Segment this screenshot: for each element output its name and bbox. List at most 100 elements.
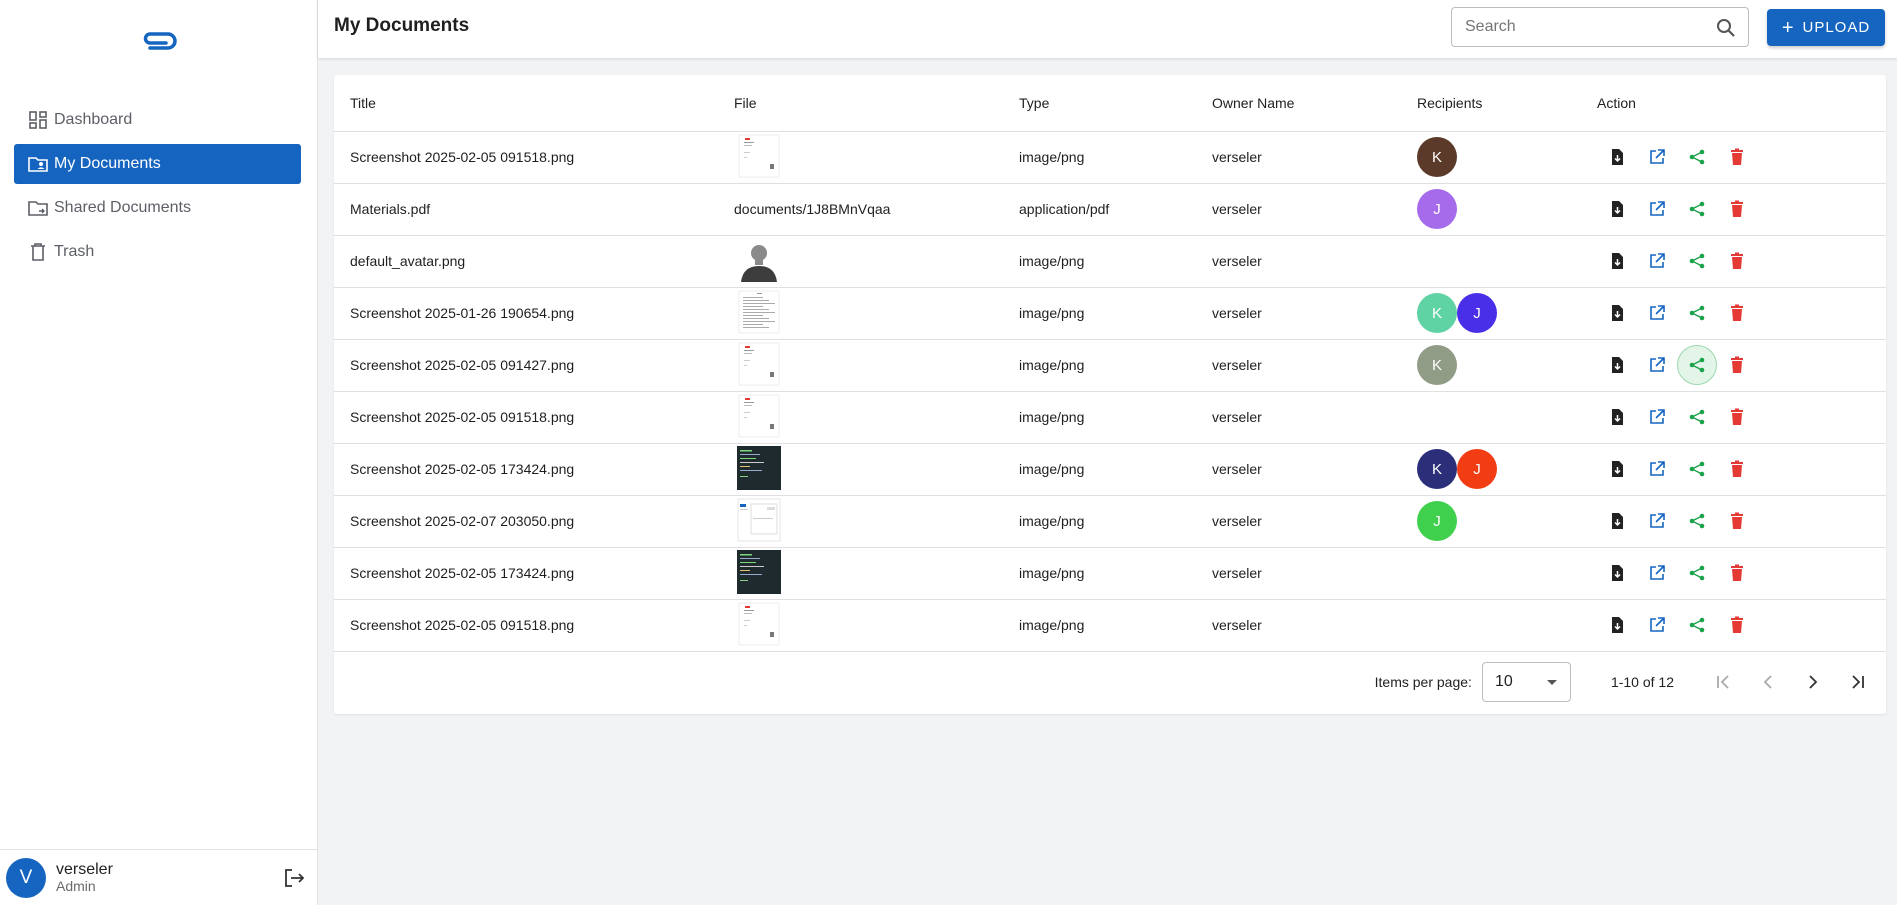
paperclip-logo-icon[interactable] (138, 28, 180, 54)
open-button[interactable] (1637, 293, 1677, 333)
open-button[interactable] (1637, 501, 1677, 541)
sidebar-item-trash[interactable]: Trash (14, 232, 301, 272)
table-row[interactable]: Screenshot 2025-02-05 091518.png image/pn… (334, 391, 1886, 444)
sidebar-item-label: Trash (54, 243, 95, 260)
avatar[interactable]: V (6, 857, 46, 898)
delete-button[interactable] (1717, 241, 1757, 281)
delete-button[interactable] (1717, 553, 1757, 593)
download-button[interactable] (1597, 501, 1637, 541)
delete-button[interactable] (1717, 345, 1757, 385)
share-button[interactable] (1677, 345, 1717, 385)
documents-card: Title File Type Owner Name Recipients Ac… (334, 75, 1886, 714)
file-download-icon (1612, 565, 1623, 581)
actions-cell (1597, 391, 1886, 444)
download-button[interactable] (1597, 397, 1637, 437)
delete-button[interactable] (1717, 293, 1757, 333)
delete-button[interactable] (1717, 605, 1757, 645)
document-type: image/png (1019, 495, 1212, 548)
search-icon[interactable] (1716, 18, 1736, 38)
actions-cell (1597, 235, 1886, 288)
delete-button[interactable] (1717, 137, 1757, 177)
open-button[interactable] (1637, 553, 1677, 593)
table-row[interactable]: Screenshot 2025-02-05 173424.png image/pn… (334, 443, 1886, 496)
open-button[interactable] (1637, 605, 1677, 645)
share-button[interactable] (1677, 605, 1717, 645)
download-button[interactable] (1597, 605, 1637, 645)
recipient-avatar[interactable]: J (1417, 501, 1457, 541)
download-button[interactable] (1597, 189, 1637, 229)
recipient-avatar[interactable]: K (1417, 137, 1457, 177)
first-page-button[interactable] (1703, 662, 1743, 702)
table-row[interactable]: Materials.pdf documents/1J8BMnVqaa applica… (334, 183, 1886, 236)
search-input[interactable] (1465, 18, 1705, 36)
last-page-button[interactable] (1838, 662, 1878, 702)
upload-button[interactable]: + UPLOAD (1767, 9, 1885, 46)
file-thumbnail[interactable] (737, 394, 781, 438)
download-button[interactable] (1597, 449, 1637, 489)
download-button[interactable] (1597, 137, 1637, 177)
open-button[interactable] (1637, 137, 1677, 177)
share-icon (1689, 409, 1705, 425)
sidebar-nav: Dashboard My Documents Shared Documents … (14, 100, 301, 276)
share-button[interactable] (1677, 293, 1717, 333)
chevron-down-icon (1546, 680, 1557, 685)
file-thumbnail[interactable] (737, 134, 781, 178)
recipient-avatar[interactable]: J (1457, 293, 1497, 333)
file-thumbnail[interactable] (737, 498, 781, 542)
open-in-new-icon (1650, 149, 1665, 164)
search-box[interactable] (1451, 7, 1749, 47)
table-row[interactable]: Screenshot 2025-01-26 190654.png image/pn… (334, 287, 1886, 340)
download-button[interactable] (1597, 241, 1637, 281)
share-button[interactable] (1677, 501, 1717, 541)
recipient-avatar[interactable]: J (1417, 189, 1457, 229)
file-thumbnail[interactable] (737, 445, 781, 490)
download-button[interactable] (1597, 345, 1637, 385)
open-button[interactable] (1637, 189, 1677, 229)
recipient-avatar[interactable]: K (1417, 449, 1457, 489)
file-thumbnail[interactable] (737, 602, 781, 646)
open-button[interactable] (1637, 241, 1677, 281)
previous-page-button[interactable] (1748, 662, 1788, 702)
open-button[interactable] (1637, 397, 1677, 437)
table-row[interactable]: Screenshot 2025-02-05 173424.png image/pn… (334, 547, 1886, 600)
next-page-button[interactable] (1793, 662, 1833, 702)
sidebar-item-dashboard[interactable]: Dashboard (14, 100, 301, 140)
open-in-new-icon (1650, 305, 1665, 320)
file-thumbnail[interactable] (737, 290, 781, 334)
delete-icon (1731, 512, 1743, 529)
delete-button[interactable] (1717, 449, 1757, 489)
share-button[interactable] (1677, 397, 1717, 437)
delete-button[interactable] (1717, 501, 1757, 541)
table-row[interactable]: default_avatar.png image/png verseler (334, 235, 1886, 288)
share-button[interactable] (1677, 449, 1717, 489)
file-thumbnail[interactable] (737, 549, 781, 594)
file-thumbnail[interactable] (737, 342, 781, 386)
open-in-new-icon (1650, 513, 1665, 528)
file-thumbnail[interactable] (737, 237, 781, 282)
items-per-page-select[interactable]: 10 (1481, 662, 1571, 702)
share-button[interactable] (1677, 137, 1717, 177)
open-button[interactable] (1637, 449, 1677, 489)
recipient-avatar[interactable]: K (1417, 293, 1457, 333)
sidebar-item-my-documents[interactable]: My Documents (14, 144, 301, 184)
recipient-avatar[interactable]: J (1457, 449, 1497, 489)
table-row[interactable]: Screenshot 2025-02-05 091518.png image/pn… (334, 131, 1886, 184)
download-button[interactable] (1597, 293, 1637, 333)
table-row[interactable]: Screenshot 2025-02-05 091518.png image/pn… (334, 599, 1886, 652)
share-button[interactable] (1677, 553, 1717, 593)
open-in-new-icon (1650, 409, 1665, 424)
delete-button[interactable] (1717, 397, 1757, 437)
share-button[interactable] (1677, 241, 1717, 281)
document-type: image/png (1019, 131, 1212, 184)
share-button[interactable] (1677, 189, 1717, 229)
file-thumbnail-cell (734, 287, 1019, 340)
download-button[interactable] (1597, 553, 1637, 593)
sidebar-item-shared-documents[interactable]: Shared Documents (14, 188, 301, 228)
logout-icon[interactable] (282, 866, 306, 890)
delete-button[interactable] (1717, 189, 1757, 229)
recipient-avatar[interactable]: K (1417, 345, 1457, 385)
table-row[interactable]: Screenshot 2025-02-07 203050.png image/pn… (334, 495, 1886, 548)
table-row[interactable]: Screenshot 2025-02-05 091427.png image/pn… (334, 339, 1886, 392)
open-button[interactable] (1637, 345, 1677, 385)
open-in-new-icon (1650, 461, 1665, 476)
